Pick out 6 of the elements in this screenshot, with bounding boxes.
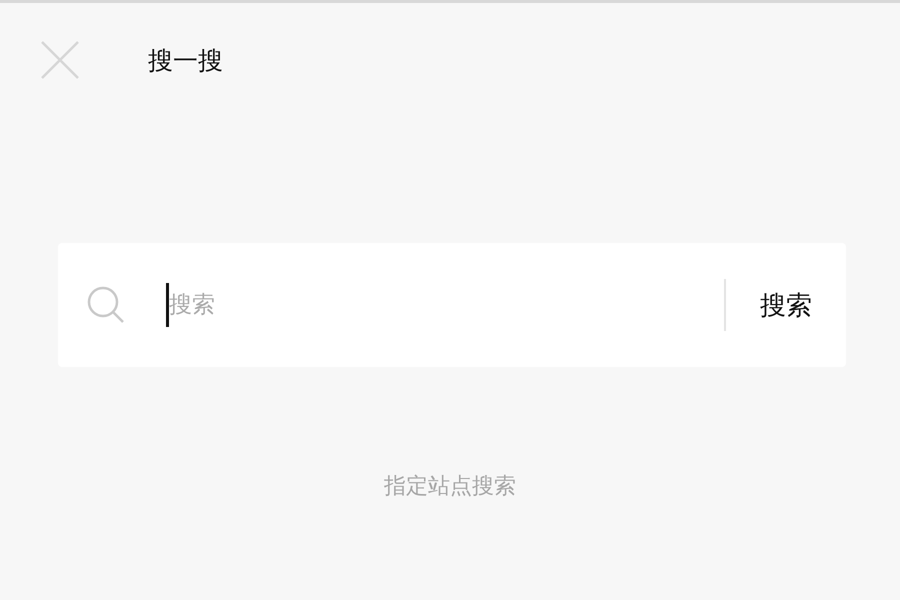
search-button[interactable]: 搜索 bbox=[726, 243, 846, 367]
page-title: 搜一搜 bbox=[148, 44, 223, 76]
search-input[interactable]: 搜索 bbox=[169, 281, 724, 329]
search-field[interactable]: 搜索 bbox=[58, 243, 724, 367]
close-icon bbox=[40, 40, 80, 80]
search-icon bbox=[86, 285, 126, 325]
